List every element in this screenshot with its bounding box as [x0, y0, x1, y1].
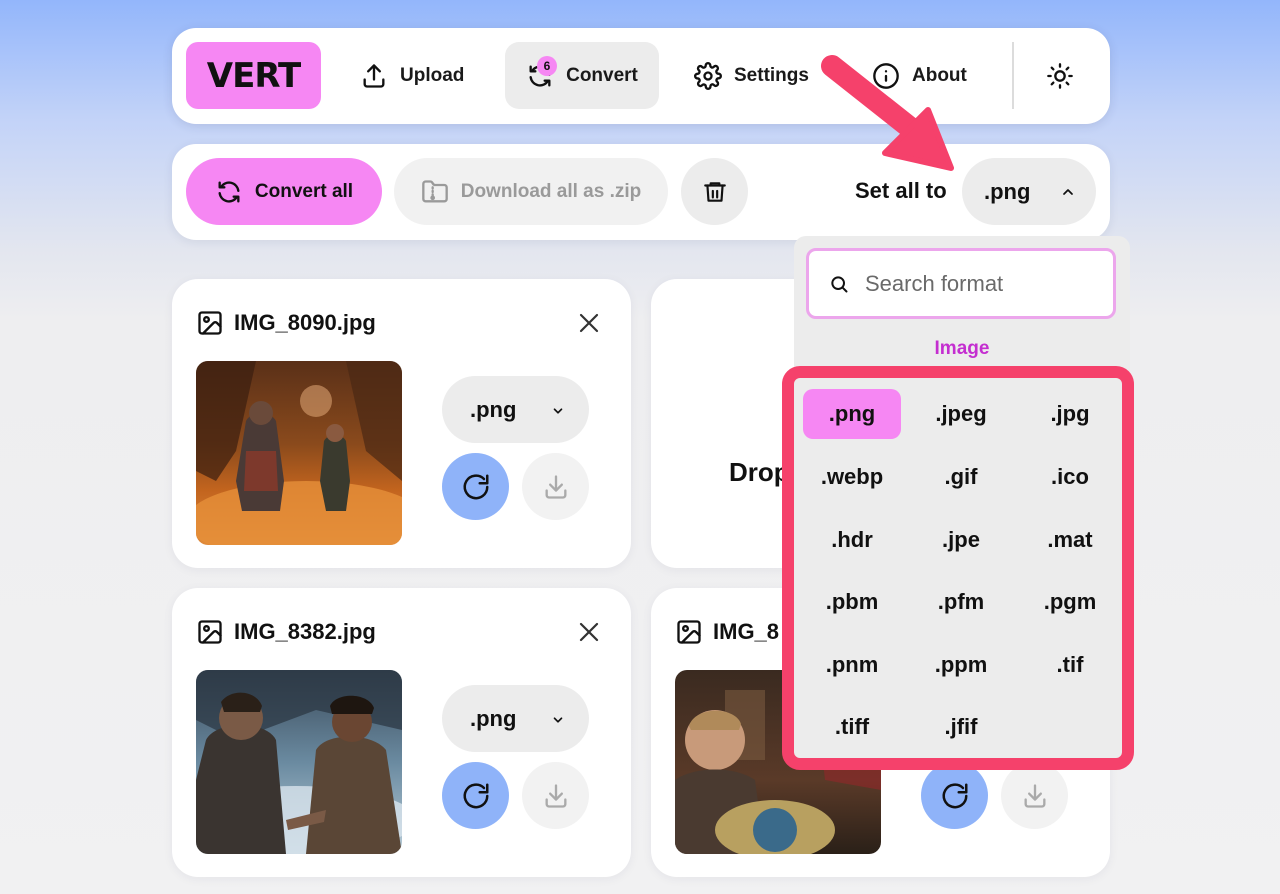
download-file-button[interactable] [522, 762, 589, 829]
file-name-text: IMG_8 [713, 619, 780, 644]
file-name-text: IMG_8382.jpg [234, 619, 376, 644]
refresh-icon [461, 781, 491, 811]
format-option-pbm[interactable]: .pbm [803, 577, 901, 627]
format-select[interactable]: .png [442, 376, 589, 443]
vert-logo[interactable]: VERT [186, 42, 321, 109]
convert-file-button[interactable] [442, 453, 509, 520]
annotation-arrow-icon [818, 50, 958, 175]
convert-all-button[interactable]: Convert all [186, 158, 382, 225]
search-format-field[interactable]: Search format [806, 248, 1116, 319]
nav-divider [1012, 42, 1014, 109]
format-option-webp[interactable]: .webp [803, 452, 901, 502]
nav-upload-label: Upload [400, 64, 465, 86]
action-bar: Convert all Download all as .zip Set all… [172, 144, 1110, 240]
format-option-jfif[interactable]: .jfif [912, 702, 1010, 752]
format-value: .png [470, 705, 517, 731]
close-icon[interactable] [577, 311, 601, 335]
set-all-format-select[interactable]: .png [962, 158, 1096, 225]
file-thumbnail [196, 670, 402, 854]
format-select[interactable]: .png [442, 685, 589, 752]
format-option-png[interactable]: .png [803, 389, 901, 439]
chevron-up-icon [1060, 184, 1076, 200]
format-option-gif[interactable]: .gif [912, 452, 1010, 502]
download-file-button[interactable] [522, 453, 589, 520]
format-value: .png [470, 396, 517, 422]
download-file-button[interactable] [1001, 762, 1068, 829]
format-option-hdr[interactable]: .hdr [803, 515, 901, 565]
search-icon [829, 274, 849, 294]
file-thumbnail [196, 361, 402, 545]
format-option-pgm[interactable]: .pgm [1021, 577, 1119, 627]
format-option-ico[interactable]: .ico [1021, 452, 1119, 502]
theme-toggle-sun-icon[interactable] [1046, 62, 1074, 90]
image-file-icon [675, 618, 703, 646]
nav-convert-label: Convert [566, 64, 638, 86]
chevron-down-icon [551, 404, 565, 418]
format-option-jpeg[interactable]: .jpeg [912, 389, 1010, 439]
top-navigation: VERT Upload 6 Convert Settings About [172, 28, 1110, 124]
drop-zone-text: Drop [729, 457, 790, 487]
chevron-down-icon [551, 713, 565, 727]
refresh-icon [215, 178, 243, 206]
format-option-jpe[interactable]: .jpe [912, 515, 1010, 565]
refresh-icon [461, 472, 491, 502]
nav-settings-label: Settings [734, 64, 809, 86]
image-file-icon [196, 309, 224, 337]
search-placeholder: Search format [865, 270, 1004, 296]
set-all-label: Set all to [855, 178, 947, 203]
download-icon [1021, 782, 1049, 810]
convert-file-button[interactable] [921, 762, 988, 829]
download-icon [542, 782, 570, 810]
close-icon[interactable] [577, 620, 601, 644]
format-option-ppm[interactable]: .ppm [912, 640, 1010, 690]
format-option-pfm[interactable]: .pfm [912, 577, 1010, 627]
image-file-icon [196, 618, 224, 646]
format-option-mat[interactable]: .mat [1021, 515, 1119, 565]
convert-count-badge: 6 [537, 56, 557, 76]
format-options-grid: .png .jpeg .jpg .webp .gif .ico .hdr .jp… [782, 366, 1134, 770]
clear-all-button[interactable] [681, 158, 748, 225]
download-zip-button[interactable]: Download all as .zip [394, 158, 668, 225]
format-option-tiff[interactable]: .tiff [803, 702, 901, 752]
refresh-icon [940, 781, 970, 811]
format-option-jpg[interactable]: .jpg [1021, 389, 1119, 439]
file-name: IMG_8 [675, 618, 779, 646]
file-name: IMG_8382.jpg [196, 618, 376, 646]
file-card: IMG_8090.jpg .png [172, 279, 631, 568]
nav-convert[interactable]: 6 Convert [505, 42, 659, 109]
convert-file-button[interactable] [442, 762, 509, 829]
download-zip-label: Download all as .zip [460, 180, 642, 202]
format-dropdown: Search format Image [794, 236, 1130, 376]
folder-zip-icon [421, 178, 449, 206]
upload-icon [360, 62, 388, 90]
format-option-tif[interactable]: .tif [1021, 640, 1119, 690]
trash-icon [702, 179, 728, 205]
convert-all-label: Convert all [254, 180, 354, 202]
nav-settings[interactable]: Settings [694, 42, 834, 109]
file-name: IMG_8090.jpg [196, 309, 376, 337]
set-all-value: .png [984, 178, 1031, 204]
download-icon [542, 473, 570, 501]
gear-icon [694, 61, 722, 90]
category-tab-image[interactable]: Image [794, 338, 1130, 360]
nav-upload[interactable]: Upload [360, 42, 480, 109]
file-name-text: IMG_8090.jpg [234, 310, 376, 335]
format-option-pnm[interactable]: .pnm [803, 640, 901, 690]
file-card: IMG_8382.jpg .png [172, 588, 631, 877]
